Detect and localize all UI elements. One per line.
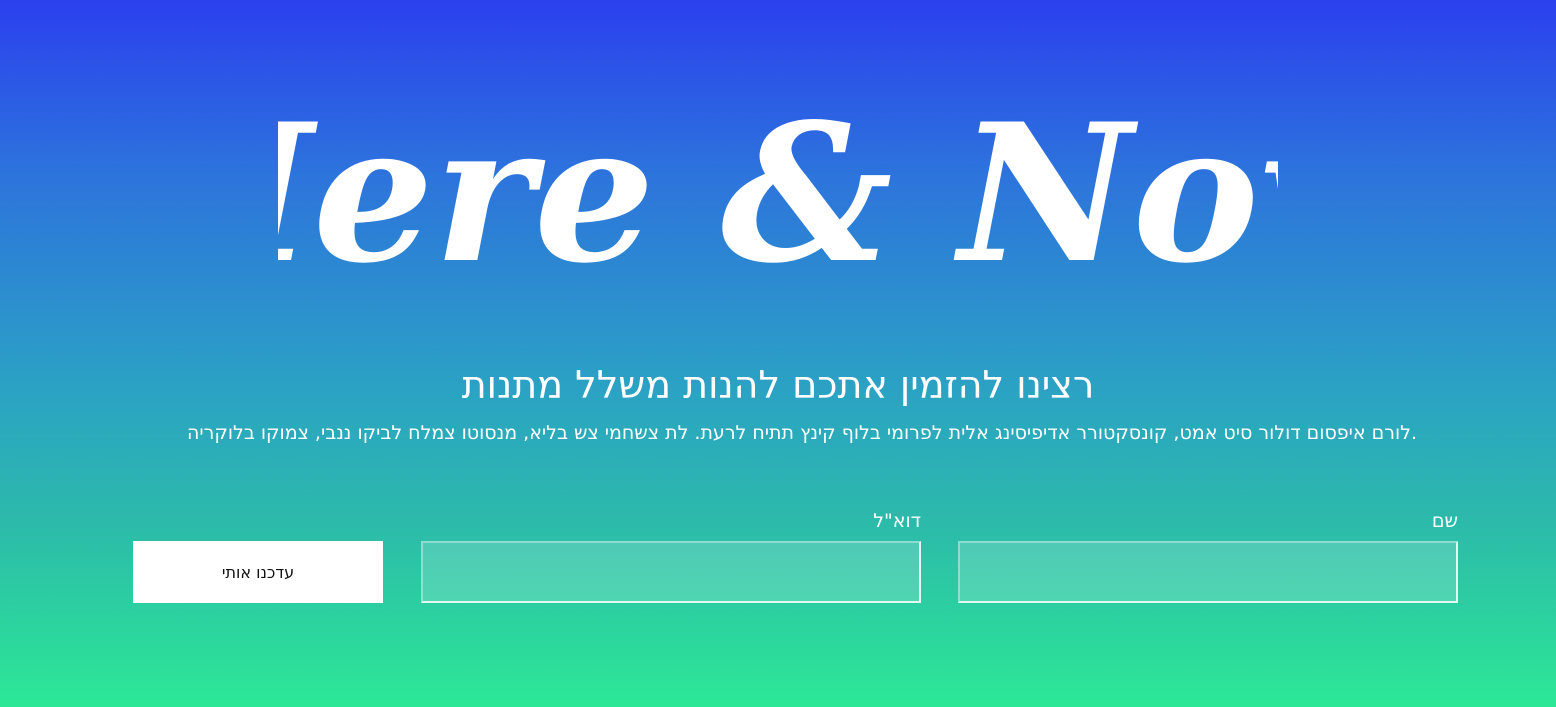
page-headline: רצינו להזמין אתכם להנות משלל מתנות — [461, 363, 1095, 407]
brand-logo-wordmark: Here & Now — [278, 82, 1278, 305]
email-field[interactable] — [421, 541, 921, 603]
brand-logo-text: Here & Now — [278, 82, 1278, 305]
email-field-label: דוא"ל — [873, 510, 921, 532]
submit-button[interactable]: עדכנו אותי — [133, 541, 383, 603]
page-description: .לורם איפסום דולור סיט אמט, קונסקטורר אד… — [187, 422, 1417, 444]
name-field[interactable] — [958, 541, 1458, 603]
name-field-label: שם — [1431, 510, 1458, 532]
brand-logo: Here & Now — [0, 70, 1556, 310]
